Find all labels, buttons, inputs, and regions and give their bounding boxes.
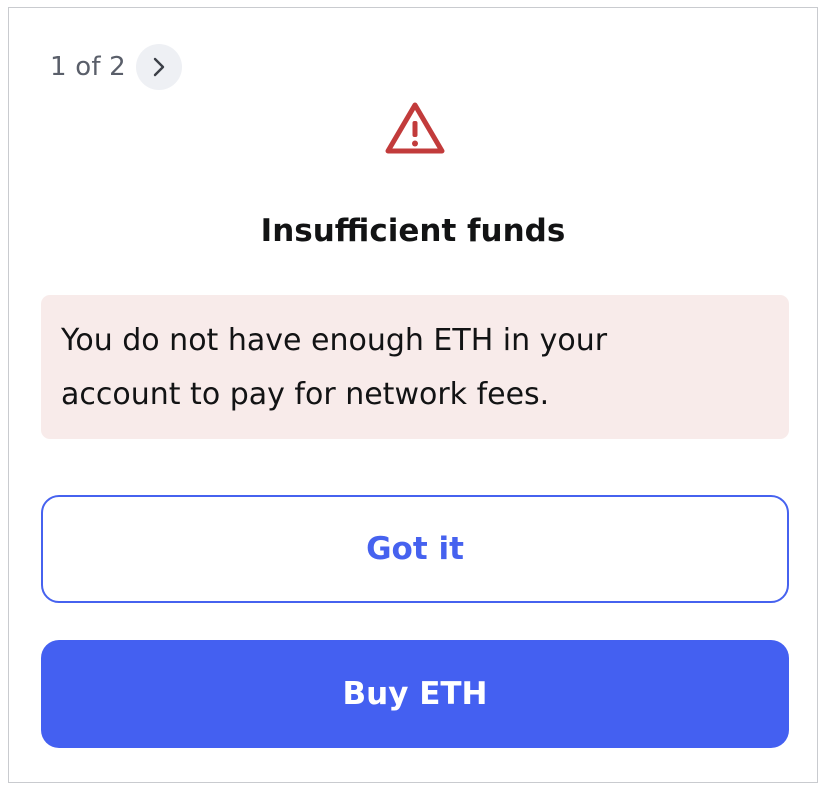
next-page-button[interactable] <box>135 44 182 90</box>
got-it-button[interactable]: Got it <box>41 495 789 603</box>
chevron-right-icon <box>153 57 165 77</box>
error-message-box: You do not have enough ETH in your accou… <box>41 295 789 439</box>
buy-eth-button[interactable]: Buy ETH <box>41 640 789 748</box>
pagination: 1 of 2 <box>50 44 182 90</box>
warning-triangle-icon <box>385 102 445 154</box>
dialog-title: Insufficient funds <box>260 213 566 249</box>
error-message-text: You do not have enough ETH in your accou… <box>61 323 608 412</box>
pagination-label: 1 of 2 <box>50 52 126 82</box>
